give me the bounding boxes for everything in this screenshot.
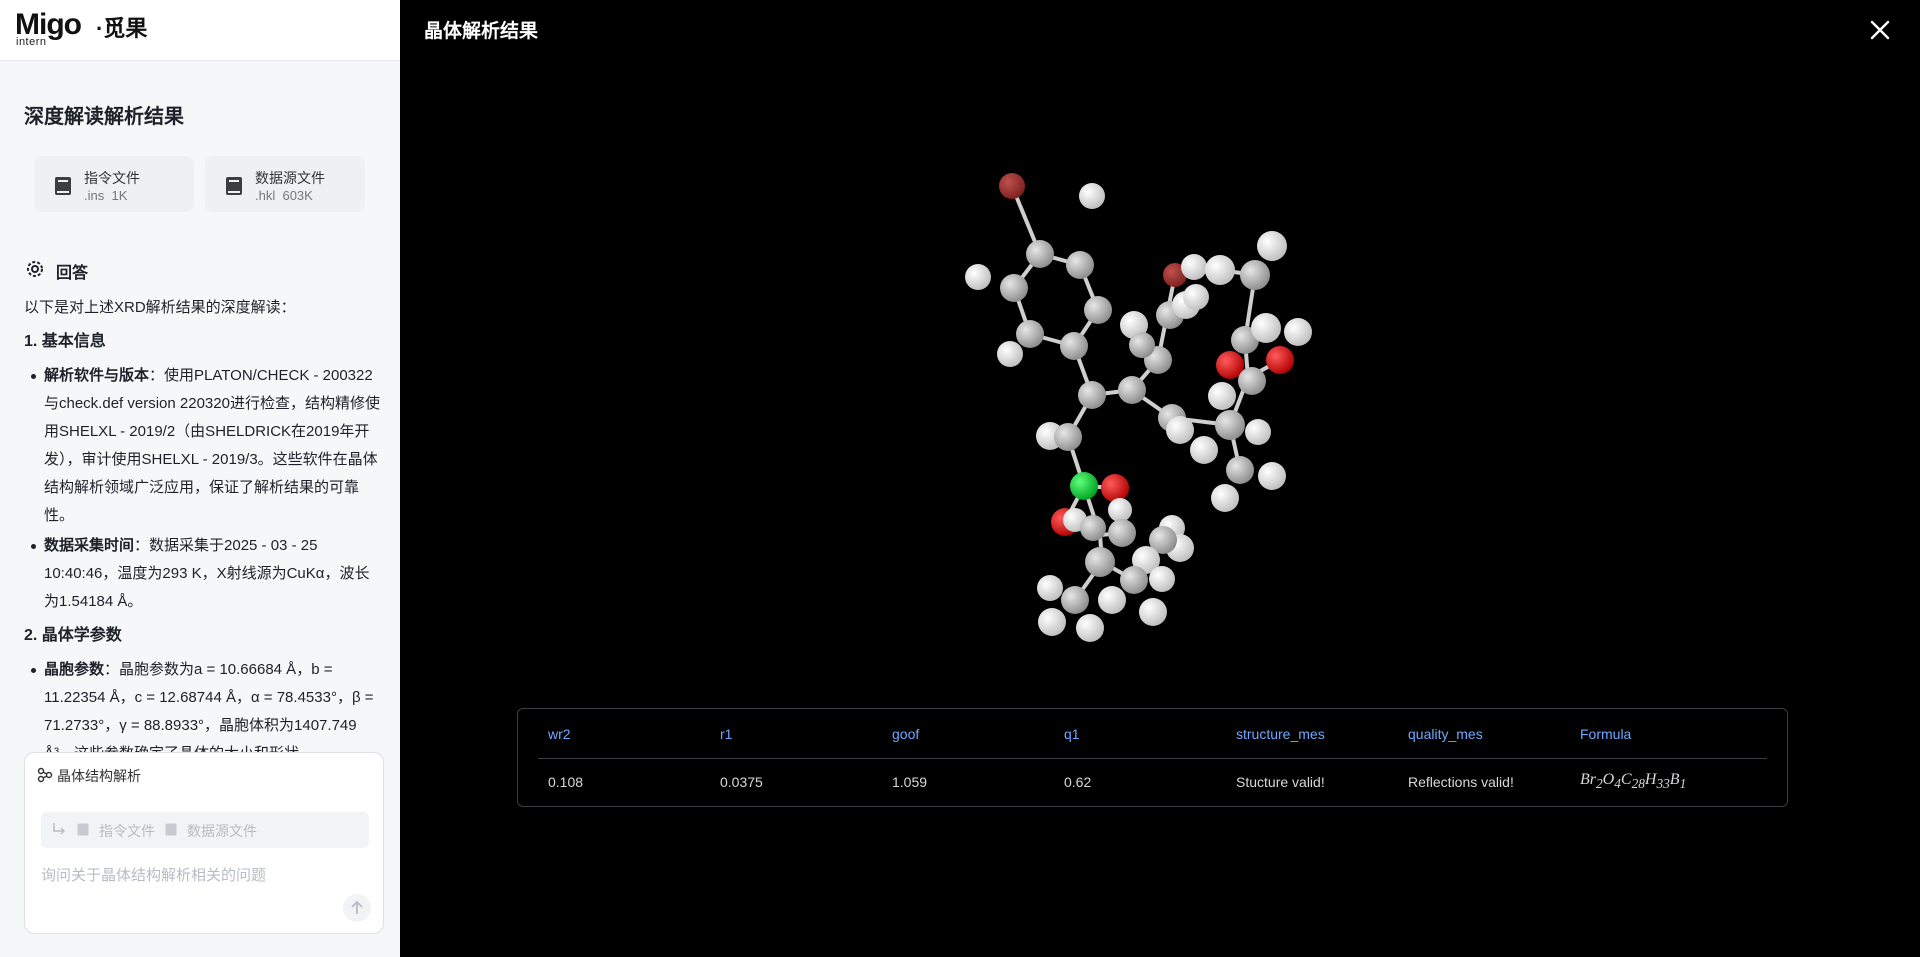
table-cell: Stucture valid!: [1236, 774, 1325, 790]
atoms: [965, 173, 1312, 642]
chat-sidebar: Migo intern ·觅果 深度解读解析结果 指令文件 .ins 1K 数据…: [0, 0, 400, 957]
result-table: wr2 r1 goof q1 structure_mes quality_mes…: [517, 708, 1788, 807]
modal-title: 晶体解析结果: [424, 21, 539, 42]
file-size: 603K: [282, 188, 313, 203]
file-name: 数据源文件: [255, 170, 325, 186]
answer-intro: 以下是对上述XRD解析结果的深度解读：: [24, 299, 296, 316]
gear-icon: [27, 261, 43, 277]
element-symbol: Br: [1580, 771, 1596, 788]
col-header: wr2: [548, 726, 571, 742]
answer-heading-label: 回答: [56, 265, 89, 282]
book-icon: [226, 177, 242, 195]
file-name: 指令文件: [84, 170, 140, 186]
file-meta: .hkl 603K: [255, 188, 313, 203]
col-header: r1: [720, 726, 733, 742]
arrow-up-icon: [351, 900, 363, 914]
table-cell: 0.0375: [720, 774, 763, 790]
file-card-hkl[interactable]: 数据源文件 .hkl 603K: [205, 156, 365, 212]
table-cell: 0.108: [548, 774, 584, 790]
col-header: quality_mes: [1408, 726, 1483, 742]
bullet-label: 晶胞参数: [44, 661, 105, 678]
logo-subtitle: intern: [16, 36, 47, 48]
element-symbol: B: [1669, 771, 1680, 788]
return-arrow-icon: [53, 823, 65, 835]
bullet-text: ：使用PLATON/CHECK - 200322与check.def versi…: [44, 367, 380, 524]
element-count: 28: [1631, 776, 1645, 792]
list-item: 解析软件与版本：使用PLATON/CHECK - 200322与check.de…: [31, 362, 384, 530]
list-item: 数据采集时间：数据采集于2025 - 03 - 25 10:40:46，温度为2…: [31, 532, 384, 616]
element-count: 1: [1679, 776, 1687, 792]
element-count: 2: [1596, 776, 1603, 792]
bullet-label: 解析软件与版本: [44, 367, 150, 384]
element-symbol: H: [1644, 771, 1657, 788]
file-ext: .ins: [84, 188, 105, 203]
molecule-icon: [37, 767, 53, 783]
col-header: Formula: [1580, 726, 1632, 742]
element-symbol: C: [1620, 771, 1632, 788]
element-count: 33: [1656, 776, 1670, 792]
context-file-label: 数据源文件: [187, 823, 257, 839]
context-file-label: 指令文件: [99, 823, 155, 839]
answer-body: 以下是对上述XRD解析结果的深度解读： 1. 基本信息 解析软件与版本：使用PL…: [24, 294, 384, 770]
file-meta: .ins 1K: [84, 188, 127, 203]
section-heading: 1. 基本信息: [24, 333, 106, 350]
row-divider: [538, 758, 1767, 759]
close-icon: [1870, 20, 1890, 40]
send-button[interactable]: [343, 894, 371, 922]
logo-bar: Migo intern ·觅果: [0, 0, 400, 61]
context-files: 指令文件 数据源文件: [41, 812, 369, 848]
section-title: 深度解读解析结果: [24, 106, 184, 128]
table-cell: Reflections valid!: [1408, 774, 1514, 790]
chat-input-box[interactable]: 晶体结构解析 指令文件 数据源文件: [24, 752, 384, 934]
result-modal: 晶体解析结果 wr2 r1 goof q1 structure_mes qual…: [400, 0, 1920, 957]
file-size: 1K: [111, 188, 128, 203]
table-cell: 1.059: [892, 774, 928, 790]
file-ext: .hkl: [255, 188, 276, 203]
element-count: 4: [1614, 776, 1621, 792]
element-symbol: O: [1602, 771, 1615, 788]
formula-cell: Br2O4C28H33B1: [1580, 771, 1686, 792]
close-button[interactable]: [1866, 16, 1894, 44]
question-input[interactable]: [41, 863, 341, 887]
molecule-viewer[interactable]: [910, 140, 1370, 660]
book-icon: [77, 823, 89, 836]
bullet-list: 解析软件与版本：使用PLATON/CHECK - 200322与check.de…: [24, 362, 384, 616]
section-heading: 2. 晶体学参数: [24, 627, 122, 644]
logo-cn: ·觅果: [96, 16, 148, 41]
col-header: goof: [892, 726, 920, 742]
book-icon: [55, 177, 71, 195]
col-header: structure_mes: [1236, 726, 1325, 742]
col-header: q1: [1064, 726, 1080, 742]
mode-label-text: 晶体结构解析: [57, 768, 141, 784]
bullet-label: 数据采集时间: [44, 537, 135, 554]
file-card-ins[interactable]: 指令文件 .ins 1K: [34, 156, 194, 212]
table-cell: 0.62: [1064, 774, 1092, 790]
book-icon: [165, 823, 177, 836]
